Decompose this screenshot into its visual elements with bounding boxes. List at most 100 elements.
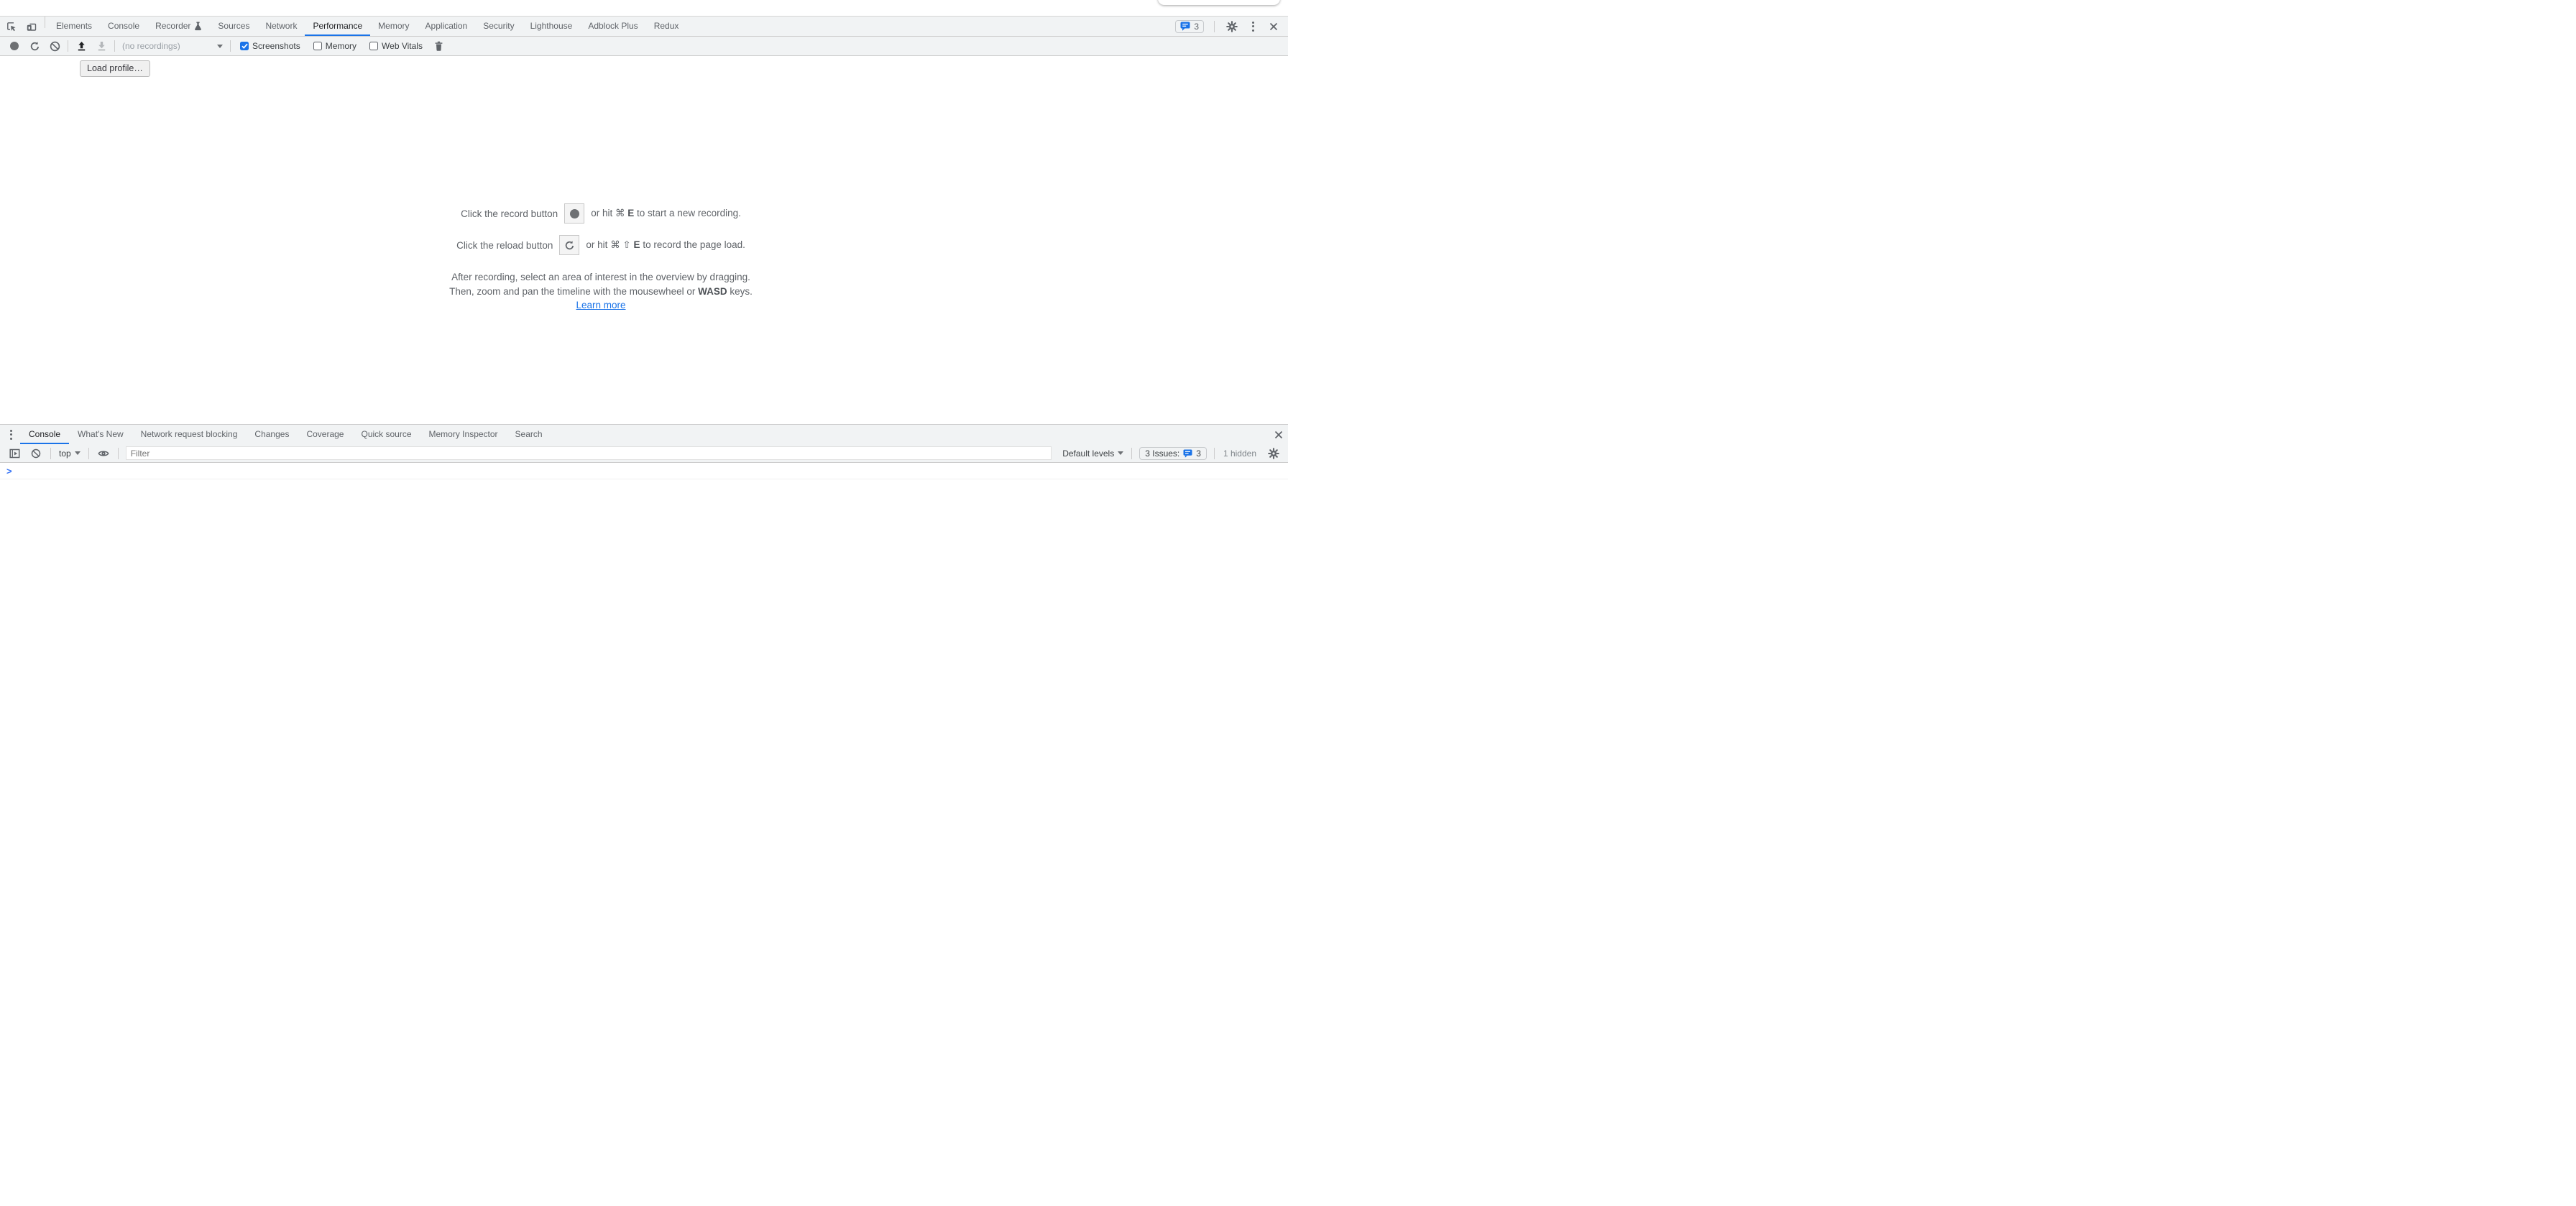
tab-lighthouse[interactable]: Lighthouse (523, 17, 581, 36)
checkbox-unchecked-icon (313, 42, 322, 50)
console-issues-button[interactable]: 3 Issues: 3 (1139, 447, 1207, 460)
record-button-inline[interactable] (564, 203, 584, 224)
clear-console-button[interactable] (26, 444, 46, 462)
tab-sources[interactable]: Sources (210, 17, 257, 36)
issues-bubble-icon (1180, 22, 1190, 31)
inspect-cursor-icon (6, 21, 17, 32)
hint-text: keys. (727, 286, 753, 297)
tab-adblock-plus[interactable]: Adblock Plus (580, 17, 645, 36)
record-hint-line: Click the record button or hit ⌘ E to st… (461, 203, 741, 224)
experiment-flask-icon (194, 22, 202, 31)
e-key-glyph: E (634, 239, 640, 250)
hint-text: Click the record button (461, 208, 558, 219)
drawer-tab-quick-source[interactable]: Quick source (352, 425, 420, 444)
tab-label: Coverage (306, 429, 344, 439)
tab-console[interactable]: Console (100, 17, 147, 36)
tab-security[interactable]: Security (475, 17, 522, 36)
drawer-tab-coverage[interactable]: Coverage (298, 425, 352, 444)
console-prompt-row[interactable]: > (0, 464, 1288, 479)
hint-text: or hit ⌘ ⇧ E to record the page load. (586, 239, 745, 251)
drawer-tab-changes[interactable]: Changes (246, 425, 298, 444)
tab-label: Network request blocking (141, 429, 238, 439)
web-vitals-checkbox[interactable]: Web Vitals (369, 41, 423, 51)
more-options-button[interactable] (1246, 17, 1259, 36)
chevron-down-icon (217, 45, 223, 48)
tab-label: Memory Inspector (429, 429, 498, 439)
tab-label: Performance (313, 21, 362, 31)
upload-icon (76, 41, 87, 52)
issues-count: 3 (1196, 448, 1201, 459)
tab-elements[interactable]: Elements (48, 17, 100, 36)
divider (1214, 448, 1215, 459)
issues-counter-button[interactable]: 3 (1175, 20, 1204, 33)
wasd-keys: WASD (698, 286, 727, 297)
close-devtools-button[interactable] (1266, 17, 1281, 36)
tab-label: Sources (218, 21, 249, 31)
tab-recorder[interactable]: Recorder (147, 17, 210, 36)
record-button[interactable] (4, 37, 24, 55)
divider (114, 40, 115, 52)
kebab-menu-icon (1252, 22, 1254, 32)
tab-memory[interactable]: Memory (370, 17, 417, 36)
divider (1131, 448, 1132, 459)
clear-recording-button[interactable] (45, 37, 65, 55)
context-value: top (59, 448, 71, 459)
collect-garbage-button[interactable] (429, 37, 449, 55)
toggle-device-toolbar-button[interactable] (22, 17, 42, 36)
cmd-key-glyph: ⌘ (610, 239, 620, 251)
close-drawer-button[interactable] (1269, 425, 1288, 444)
levels-value: Default levels (1062, 448, 1114, 459)
tab-performance[interactable]: Performance (305, 17, 370, 36)
block-icon (50, 41, 60, 52)
issues-bubble-icon (1183, 449, 1192, 458)
drawer-tab-search[interactable]: Search (507, 425, 551, 444)
inspect-element-button[interactable] (1, 17, 22, 36)
reload-hint-line: Click the reload button or hit ⌘ ⇧ E to … (456, 235, 745, 255)
console-settings-button[interactable] (1264, 444, 1284, 462)
tab-redux[interactable]: Redux (646, 17, 687, 36)
console-sidebar-toggle-button[interactable] (4, 444, 24, 462)
create-live-expression-button[interactable] (93, 444, 114, 462)
drawer-tab-console[interactable]: Console (20, 425, 69, 444)
devtools-window: { "accent_color": "#1a73e8", "main_tabs"… (0, 0, 1288, 603)
tab-label: Search (515, 429, 543, 439)
learn-more-link[interactable]: Learn more (576, 300, 625, 310)
tab-label: Security (483, 21, 514, 31)
checkbox-label: Screenshots (252, 41, 300, 51)
recordings-dropdown[interactable]: (no recordings) (118, 37, 227, 55)
close-icon (1269, 22, 1278, 31)
load-profile-tooltip: Load profile… (80, 60, 150, 77)
divider (50, 448, 51, 459)
reload-icon (29, 41, 40, 52)
settings-button[interactable] (1225, 17, 1239, 36)
reload-and-record-button[interactable] (24, 37, 45, 55)
reload-button-inline[interactable] (559, 235, 579, 255)
drawer-tab-memory-inspector[interactable]: Memory Inspector (420, 425, 507, 444)
memory-checkbox[interactable]: Memory (313, 41, 356, 51)
drawer-more-tools-button[interactable] (1, 425, 20, 444)
hint-text: Click the reload button (456, 240, 553, 251)
load-profile-button[interactable] (71, 37, 91, 55)
tab-network[interactable]: Network (257, 17, 305, 36)
e-key-glyph: E (627, 208, 634, 218)
javascript-context-dropdown[interactable]: top (55, 444, 84, 462)
recordings-dropdown-value: (no recordings) (122, 41, 213, 51)
log-levels-dropdown[interactable]: Default levels (1059, 444, 1127, 462)
drawer-tab-network-request-blocking[interactable]: Network request blocking (132, 425, 247, 444)
issues-count: 3 (1194, 22, 1199, 32)
reload-icon (564, 240, 575, 251)
console-filter-input[interactable] (126, 446, 1052, 460)
tab-application[interactable]: Application (418, 17, 476, 36)
tab-label: Recorder (155, 21, 190, 31)
hint-text: or hit ⌘ E to start a new recording. (591, 208, 741, 219)
tab-label: Adblock Plus (588, 21, 638, 31)
screenshots-checkbox[interactable]: Screenshots (240, 41, 300, 51)
save-profile-button[interactable] (91, 37, 111, 55)
divider (1214, 21, 1215, 32)
tab-label: Network (265, 21, 297, 31)
drawer-tab-whats-new[interactable]: What's New (69, 425, 132, 444)
cmd-key-glyph: ⌘ (615, 208, 625, 219)
device-toolbar-icon (26, 21, 37, 32)
sidebar-toggle-icon (9, 448, 20, 459)
eye-icon (98, 448, 109, 459)
